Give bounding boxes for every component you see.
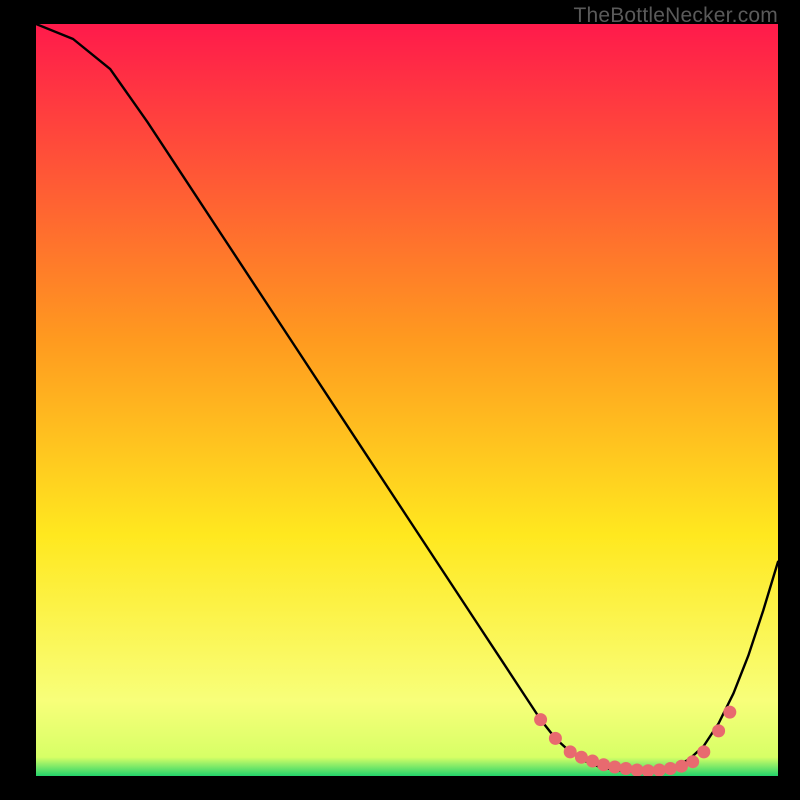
chart-frame xyxy=(36,24,778,776)
curve-marker xyxy=(712,724,725,737)
curve-marker xyxy=(631,764,644,777)
curve-marker xyxy=(619,762,632,775)
watermark-text: TheBottleNecker.com xyxy=(573,4,778,28)
curve-marker xyxy=(653,764,666,777)
curve-marker xyxy=(597,758,610,771)
curve-marker xyxy=(697,745,710,758)
curve-marker xyxy=(675,760,688,773)
curve-marker xyxy=(664,762,677,775)
gradient-background xyxy=(36,24,778,776)
chart-svg xyxy=(36,24,778,776)
curve-marker xyxy=(686,755,699,768)
curve-marker xyxy=(723,706,736,719)
curve-marker xyxy=(549,732,562,745)
curve-marker xyxy=(575,751,588,764)
curve-marker xyxy=(586,755,599,768)
curve-marker xyxy=(534,713,547,726)
curve-marker xyxy=(608,761,621,774)
curve-marker xyxy=(564,745,577,758)
